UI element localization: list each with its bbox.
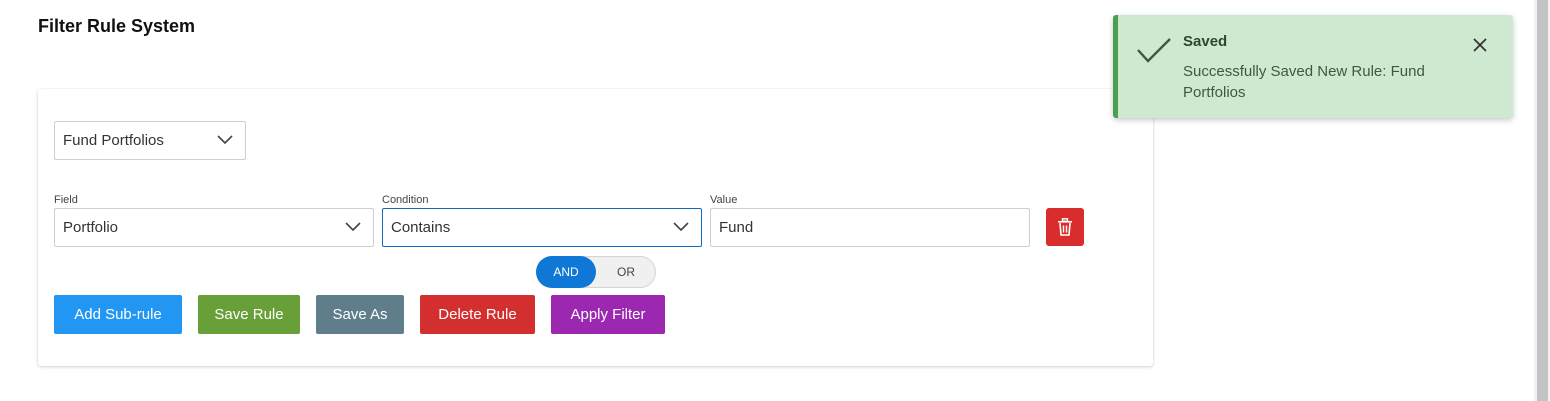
value-input[interactable]: Fund: [710, 208, 1030, 247]
toast-title: Saved: [1183, 33, 1228, 50]
value-input-text: Fund: [719, 219, 754, 236]
trash-icon: [1058, 218, 1072, 236]
field-label: Field: [54, 194, 78, 206]
delete-condition-button[interactable]: [1046, 208, 1084, 246]
and-toggle-option[interactable]: AND: [536, 256, 596, 288]
condition-dropdown-value: Contains: [391, 219, 451, 236]
rule-select-value: Fund Portfolios: [63, 132, 164, 149]
rule-select-dropdown[interactable]: Fund Portfolios: [54, 121, 246, 160]
condition-label: Condition: [382, 194, 429, 206]
scrollbar-thumb[interactable]: [1537, 0, 1548, 401]
chevron-down-icon: [217, 134, 233, 144]
field-dropdown-value: Portfolio: [63, 219, 119, 236]
chevron-down-icon: [345, 221, 361, 231]
page-scrollbar[interactable]: [1534, 0, 1550, 401]
logic-toggle: AND OR: [536, 256, 656, 288]
save-as-button[interactable]: Save As: [316, 295, 404, 334]
toast-message: Successfully Saved New Rule: Fund Portfo…: [1183, 63, 1425, 101]
field-dropdown[interactable]: Portfolio: [54, 208, 374, 247]
close-icon[interactable]: [1472, 37, 1488, 53]
value-label: Value: [710, 194, 738, 206]
condition-dropdown[interactable]: Contains: [382, 208, 702, 247]
check-icon: [1137, 38, 1171, 63]
rule-card: Fund Portfolios Field Condition Value Po…: [38, 89, 1153, 366]
chevron-down-icon: [673, 221, 689, 231]
page-title: Filter Rule System: [38, 16, 196, 36]
apply-filter-button[interactable]: Apply Filter: [551, 295, 665, 334]
add-subrule-button[interactable]: Add Sub-rule: [54, 295, 182, 334]
delete-rule-button[interactable]: Delete Rule: [420, 295, 535, 334]
or-toggle-option[interactable]: OR: [596, 256, 656, 288]
save-rule-button[interactable]: Save Rule: [198, 295, 300, 334]
toast-notification: Saved Successfully Saved New Rule: Fund …: [1113, 15, 1513, 118]
